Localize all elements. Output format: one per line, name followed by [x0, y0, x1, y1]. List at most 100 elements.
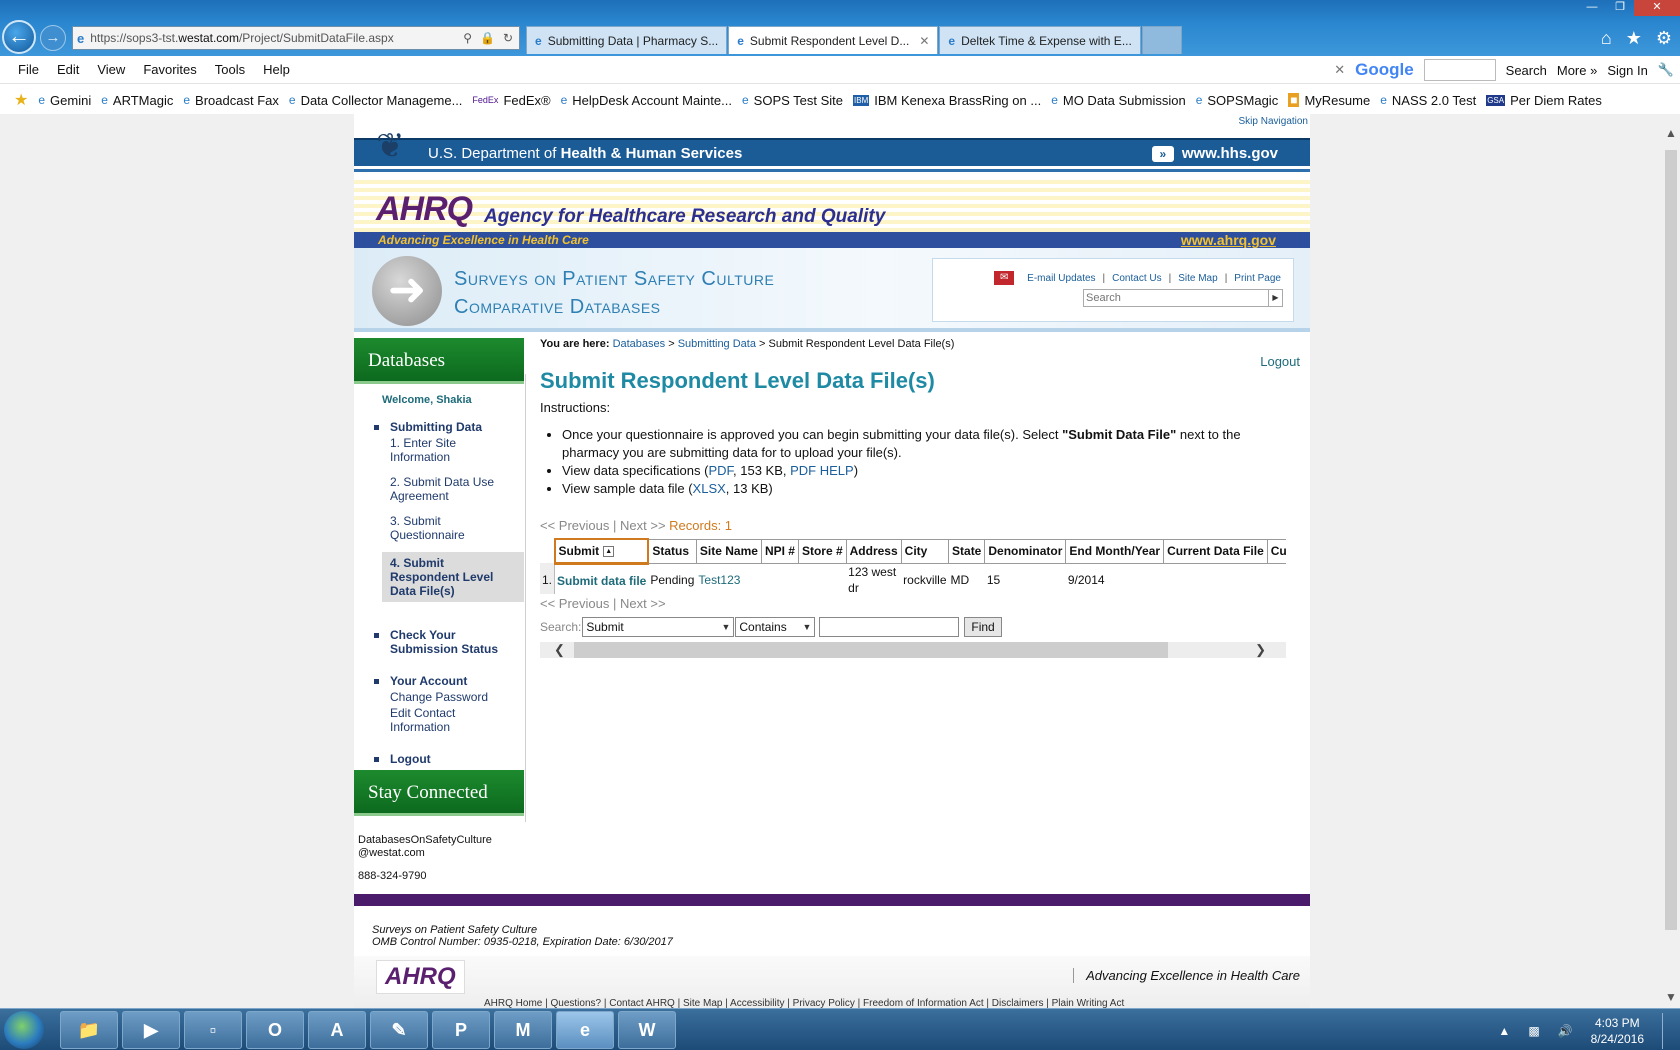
restore-button[interactable]: ❐ [1606, 0, 1634, 16]
column-header-npi[interactable]: NPI # [760, 538, 799, 564]
scroll-left-icon[interactable]: ❮ [554, 642, 565, 658]
pdf-help-link[interactable]: PDF HELP [790, 463, 854, 478]
ahrq-logo[interactable]: AHRQ [376, 190, 473, 229]
logout-link[interactable]: Logout [1260, 354, 1300, 369]
gear-icon[interactable]: ⚙ [1656, 28, 1672, 49]
favorite-link[interactable]: IBM IBM Kenexa BrassRing on ... [853, 93, 1041, 108]
search-operator-select[interactable]: Contains ▼ [735, 617, 816, 637]
notepad-icon[interactable]: ✎ [370, 1011, 428, 1049]
site-name-link[interactable]: Test123 [698, 573, 740, 587]
tab-submit-respondent[interactable]: e Submit Respondent Level D... ✕ [728, 26, 939, 54]
clock[interactable]: 4:03 PM 8/24/2016 [1591, 1015, 1644, 1047]
nav-enter-site-info[interactable]: 1. Enter Site Information [390, 436, 510, 464]
favorite-link[interactable]: e Gemini [38, 93, 91, 108]
pager-previous[interactable]: << Previous [540, 596, 609, 611]
column-header-current-data-file[interactable]: Current Data File [1163, 538, 1268, 564]
network-icon[interactable]: ▩ [1528, 1024, 1539, 1038]
search-field-select[interactable]: Submit ▼ [582, 617, 735, 637]
site-search-input[interactable] [1084, 290, 1268, 306]
menu-edit[interactable]: Edit [57, 62, 79, 77]
nav-submit-questionnaire[interactable]: 3. Submit Questionnaire [390, 514, 510, 542]
minimize-button[interactable]: — [1578, 0, 1606, 16]
menu-help[interactable]: Help [263, 62, 290, 77]
column-header-submit[interactable]: Submit ▲ [553, 538, 650, 565]
nav-edit-contact[interactable]: Edit Contact Information [390, 706, 510, 734]
breadcrumb-submitting-data[interactable]: Submitting Data [678, 338, 756, 350]
nav-check-status[interactable]: Check Your Submission Status [390, 628, 498, 656]
start-button[interactable] [4, 1011, 44, 1049]
favorite-link[interactable]: FedEx FedEx® [472, 93, 550, 108]
media-player-icon[interactable]: ▶ [122, 1011, 180, 1049]
tab-submitting-data[interactable]: e Submitting Data | Pharmacy S... [526, 26, 728, 54]
menu-file[interactable]: File [18, 62, 39, 77]
acrobat-icon[interactable]: A [308, 1011, 366, 1049]
favorite-link[interactable]: ■ MyResume [1288, 93, 1370, 108]
nav-your-account[interactable]: Your Account [390, 674, 467, 688]
nav-change-password[interactable]: Change Password [390, 690, 510, 704]
vertical-scrollbar[interactable]: ▲ ▼ [1662, 114, 1680, 1008]
tab-deltek[interactable]: e Deltek Time & Expense with E... [939, 26, 1141, 54]
lock-icon[interactable]: 🔒 [480, 31, 495, 45]
wrench-icon[interactable]: 🔧 [1658, 62, 1674, 78]
word-icon[interactable]: W [618, 1011, 676, 1049]
sticky-notes-icon[interactable]: ▫ [184, 1011, 242, 1049]
outlook-icon[interactable]: O [246, 1011, 304, 1049]
spec-pdf-link[interactable]: PDF [708, 463, 733, 478]
column-header-end-month-year[interactable]: End Month/Year [1065, 538, 1165, 564]
column-header-status[interactable]: Status [647, 538, 697, 564]
skip-navigation-link[interactable]: Skip Navigation [1239, 116, 1308, 127]
pager-next[interactable]: Next >> [620, 596, 666, 611]
nav-logout[interactable]: Logout [390, 752, 431, 766]
find-button[interactable]: Find [964, 617, 1002, 637]
column-header-site-name[interactable]: Site Name [695, 538, 762, 564]
scrollbar-thumb[interactable] [1665, 150, 1677, 930]
print-page-link[interactable]: Print Page [1234, 273, 1281, 284]
google-search-input[interactable] [1423, 59, 1496, 81]
favorite-link[interactable]: e SOPS Test Site [742, 93, 843, 108]
sign-in-link[interactable]: Sign In [1607, 63, 1647, 78]
favorite-link[interactable]: e MO Data Submission [1051, 93, 1186, 108]
column-header-city[interactable]: City [900, 538, 950, 564]
column-header-state[interactable]: State [948, 538, 986, 564]
forward-button[interactable]: → [40, 25, 66, 51]
favorite-link[interactable]: e Broadcast Fax [183, 93, 279, 108]
show-desktop-button[interactable] [1662, 1013, 1670, 1049]
favorite-link[interactable]: e HelpDesk Account Mainte... [561, 93, 732, 108]
column-header-store[interactable]: Store # [797, 538, 847, 564]
refresh-icon[interactable]: ↻ [503, 31, 513, 45]
file-explorer-icon[interactable]: 📁 [60, 1011, 118, 1049]
site-map-link[interactable]: Site Map [1178, 273, 1217, 284]
scroll-down-icon[interactable]: ▼ [1662, 990, 1680, 1004]
favorite-link[interactable]: e ARTMagic [101, 93, 173, 108]
publisher-icon[interactable]: P [432, 1011, 490, 1049]
grid-horizontal-scrollbar[interactable]: ❮ ❯ [540, 642, 1286, 658]
column-header-curren[interactable]: Curren [1266, 538, 1286, 564]
close-toolbar-icon[interactable]: ✕ [1334, 62, 1345, 78]
new-tab-button[interactable] [1141, 26, 1182, 54]
sort-icon[interactable]: ▲ [603, 546, 615, 558]
column-header-denominator[interactable]: Denominator [984, 538, 1067, 564]
address-bar[interactable]: e https://sops3-tst.westat.com/Project/S… [72, 26, 520, 50]
contact-email-line1[interactable]: DatabasesOnSafetyCulture [358, 834, 492, 847]
breadcrumb-databases[interactable]: Databases [613, 338, 666, 350]
favorites-star-icon[interactable]: ★ [1626, 28, 1642, 49]
email-updates-link[interactable]: E-mail Updates [1027, 273, 1095, 284]
email-icon[interactable]: ✉ [994, 271, 1015, 285]
search-icon[interactable]: ⚲ [463, 31, 472, 45]
footer-ahrq-logo[interactable]: AHRQ [376, 960, 465, 994]
favorite-link[interactable]: e Data Collector Manageme... [289, 93, 463, 108]
hhs-link[interactable]: » www.hhs.gov [1151, 145, 1278, 162]
column-header-address[interactable]: Address [845, 538, 902, 564]
scroll-right-icon[interactable]: ❯ [1255, 642, 1266, 658]
favorite-link[interactable]: e SOPSMagic [1196, 93, 1279, 108]
scrollbar-thumb[interactable] [574, 642, 1168, 658]
back-button[interactable]: ← [2, 20, 36, 54]
sample-xlsx-link[interactable]: XLSX [693, 481, 726, 496]
menu-tools[interactable]: Tools [215, 62, 245, 77]
nav-submitting-data[interactable]: Submitting Data [390, 420, 482, 434]
favorite-link[interactable]: GSA Per Diem Rates [1486, 93, 1602, 108]
menu-favorites[interactable]: Favorites [143, 62, 196, 77]
home-icon[interactable]: ⌂ [1601, 28, 1612, 49]
google-search-button[interactable]: Search [1506, 63, 1547, 78]
show-hidden-icons-icon[interactable]: ▲ [1498, 1024, 1510, 1038]
